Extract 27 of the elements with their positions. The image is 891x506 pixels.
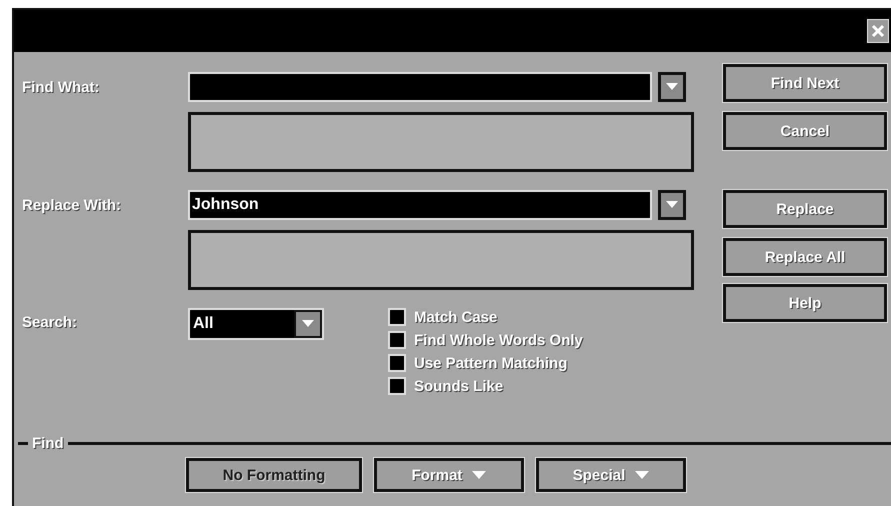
replace-with-label: Replace With: [21,196,122,214]
group-label: Find [31,435,65,452]
replace-with-field[interactable]: Johnson [188,190,652,220]
dialog-button[interactable]: Replace All [723,238,887,276]
find-what-label: Find What: [21,78,100,96]
search-dropdown[interactable]: All [188,308,324,340]
close-button[interactable] [867,19,889,43]
caret-down-icon [635,470,650,480]
caret-down-icon [666,201,678,209]
option-checkbox[interactable]: Use Pattern Matching [388,354,583,372]
caret-down-icon [302,320,314,328]
format-button[interactable]: Special [536,458,686,492]
format-button[interactable]: Format [374,458,524,492]
dialog-button[interactable]: Help [723,284,887,322]
option-checkbox[interactable]: Find Whole Words Only [388,331,583,349]
caret-down-icon [472,470,486,480]
dialog-button[interactable]: Replace [723,190,887,228]
option-checkbox[interactable]: Match Case [388,308,583,326]
find-what-field[interactable] [188,72,652,102]
dropdown-button[interactable] [658,190,686,220]
dropdown-button[interactable] [658,72,686,102]
dialog-button[interactable]: Cancel [723,112,887,150]
option-checkbox[interactable]: Sounds Like [388,377,583,395]
dialog-button[interactable]: Find Next [723,64,887,102]
close-icon [870,23,886,39]
caret-down-icon [666,83,678,91]
search-label: Search: [21,313,78,333]
